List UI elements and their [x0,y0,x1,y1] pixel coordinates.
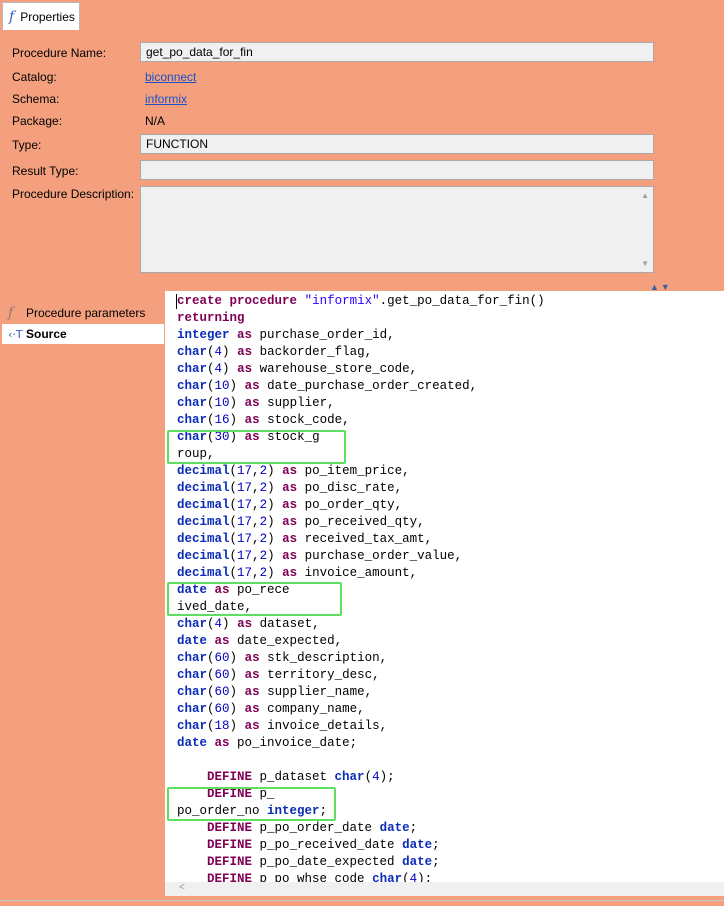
source-line: DEFINE p_po_order_date date; [207,821,418,835]
highlight-box-po-received-date [167,582,342,616]
sidebar-item-source[interactable]: ‹·T Source [2,324,164,344]
procedure-name-field[interactable]: get_po_data_for_fin [140,42,654,62]
sidebar-item-label: Source [26,327,67,341]
source-editor[interactable]: create procedure "informix".get_po_data_… [165,291,724,896]
source-line: char(18) as invoice_details, [177,719,388,733]
source-line: char(10) as supplier, [177,396,335,410]
source-line: DEFINE p_po_date_expected date; [207,855,440,869]
source-line: char(4) as dataset, [177,617,320,631]
source-line: decimal(17,2) as purchase_order_value, [177,549,463,563]
source-line: DEFINE p_po_received_date date; [207,838,440,852]
source-line: decimal(17,2) as po_received_qty, [177,515,425,529]
procedure-description-field[interactable]: ▲ ▼ [140,186,654,273]
source-line: char(60) as supplier_name, [177,685,373,699]
source-line: char(60) as company_name, [177,702,365,716]
type-label: Type: [12,138,42,152]
tab-bar: f Properties [0,0,724,32]
highlight-box-stock-group [167,430,346,464]
highlight-box-po-order-no [167,787,336,821]
source-line: create procedure "informix".get_po_data_… [177,294,545,308]
source-line: decimal(17,2) as received_tax_amt, [177,532,433,546]
function-icon: f [8,305,14,321]
source-line [177,752,545,769]
schema-link[interactable]: informix [145,92,187,106]
schema-label: Schema: [12,92,60,106]
type-field[interactable]: FUNCTION [140,134,654,154]
bottom-divider [0,900,724,901]
result-type-label: Result Type: [12,164,79,178]
source-line: integer as purchase_order_id, [177,328,395,342]
source-line: date as po_invoice_date; [177,736,358,750]
catalog-label: Catalog: [12,70,57,84]
tab-properties[interactable]: f Properties [2,2,80,30]
package-label: Package: [12,114,63,128]
procedure-name-label: Procedure Name: [12,46,107,60]
source-line: char(60) as territory_desc, [177,668,380,682]
result-type-field[interactable] [140,160,654,180]
source-line: DEFINE p_dataset char(4); [207,770,395,784]
source-line: char(4) as backorder_flag, [177,345,373,359]
source-line: char(10) as date_purchase_order_created, [177,379,478,393]
procedure-description-label: Procedure Description: [12,187,135,201]
source-line: decimal(17,2) as po_item_price, [177,464,410,478]
source-line: date as date_expected, [177,634,343,648]
sidebar-item-label: Procedure parameters [26,306,146,320]
sidebar-item-procedure-parameters[interactable]: f Procedure parameters [2,303,164,323]
scroll-up-icon[interactable]: ▲ [641,191,649,200]
catalog-link[interactable]: biconnect [145,70,196,84]
scroll-left-icon[interactable]: < [179,882,185,893]
source-line: returning [177,311,245,325]
source-line: char(16) as stock_code, [177,413,350,427]
function-icon: f [9,8,15,25]
source-icon: ‹·T [8,327,23,341]
tab-label: Properties [20,9,75,24]
source-line: decimal(17,2) as invoice_amount, [177,566,418,580]
source-line: decimal(17,2) as po_disc_rate, [177,481,403,495]
source-line: char(60) as stk_description, [177,651,388,665]
scroll-down-icon[interactable]: ▼ [641,259,649,268]
source-line: decimal(17,2) as po_order_qty, [177,498,403,512]
horizontal-scrollbar[interactable]: < [165,882,724,896]
package-value: N/A [145,114,166,128]
source-line: char(4) as warehouse_store_code, [177,362,418,376]
